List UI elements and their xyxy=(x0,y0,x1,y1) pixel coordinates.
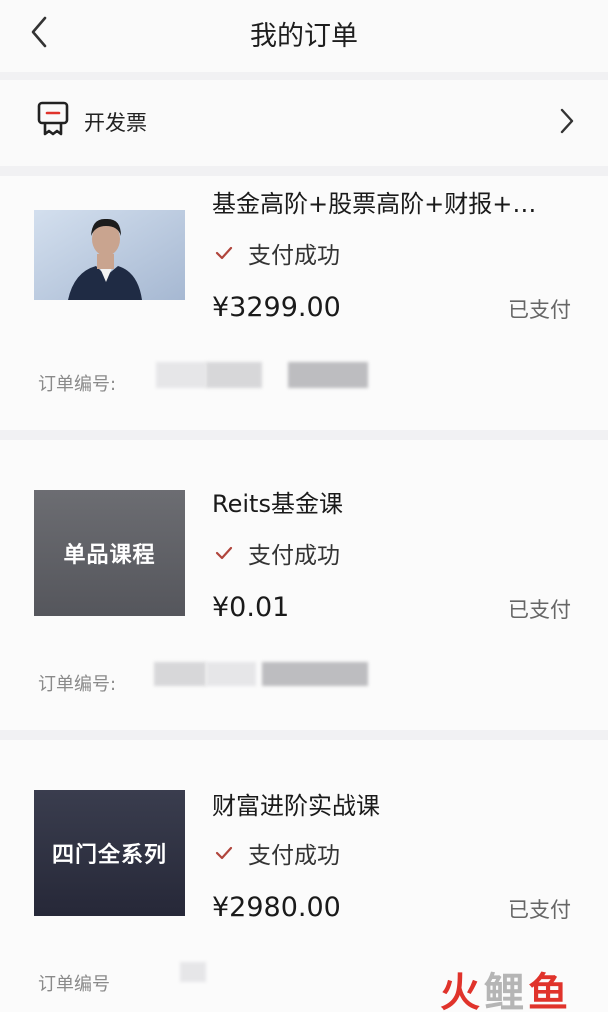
order-number-redacted xyxy=(262,662,368,686)
order-number-redacted xyxy=(180,962,206,982)
course-thumbnail xyxy=(34,210,185,300)
course-title: 财富进阶实战课 xyxy=(212,792,380,820)
payment-status: 支付成功 xyxy=(214,236,340,270)
order-number-redacted xyxy=(154,662,206,686)
watermark-char: 鲤 xyxy=(484,970,528,1012)
order-number-redacted xyxy=(288,362,368,388)
order-card[interactable]: 单品课程 Reits基金课 支付成功 ¥0.01 已支付 订单编号: xyxy=(0,440,608,730)
order-number-redacted xyxy=(206,362,262,388)
payment-status: 支付成功 xyxy=(214,536,340,570)
course-title: Reits基金课 xyxy=(212,490,343,518)
order-number-label: 订单编号: xyxy=(38,674,117,695)
course-thumbnail: 四门全系列 xyxy=(34,790,185,916)
course-thumbnail: 单品课程 xyxy=(34,490,185,616)
page-title: 我的订单 xyxy=(250,21,358,52)
order-price: ¥0.01 xyxy=(212,592,290,623)
status-text: 支付成功 xyxy=(248,543,340,569)
course-title: 基金高阶+股票高阶+财报+… xyxy=(212,190,537,218)
payment-state: 已支付 xyxy=(508,898,571,922)
status-text: 支付成功 xyxy=(248,843,340,869)
top-bar: 我的订单 xyxy=(0,0,608,72)
chevron-right-icon[interactable] xyxy=(556,105,578,137)
thumbnail-caption: 四门全系列 xyxy=(51,843,167,868)
payment-state: 已支付 xyxy=(508,298,571,322)
order-price: ¥3299.00 xyxy=(212,292,341,323)
presenter-photo xyxy=(34,210,185,300)
status-text: 支付成功 xyxy=(248,243,340,269)
payment-status: 支付成功 xyxy=(214,836,340,870)
order-number-redacted xyxy=(156,362,206,388)
thumbnail-caption: 单品课程 xyxy=(63,543,156,568)
order-card[interactable]: 基金高阶+股票高阶+财报+… 支付成功 ¥3299.00 已支付 订单编号: xyxy=(0,176,608,430)
order-number-label: 订单编号 xyxy=(38,974,110,995)
order-number-redacted xyxy=(206,662,256,686)
watermark-char: 鱼 xyxy=(528,970,572,1012)
check-icon xyxy=(215,546,233,560)
watermark-char: 火 xyxy=(440,970,484,1012)
check-icon xyxy=(215,246,233,260)
payment-state: 已支付 xyxy=(508,598,571,622)
order-number-label: 订单编号: xyxy=(38,374,117,395)
invoice-label: 开发票 xyxy=(84,111,147,135)
receipt-icon xyxy=(36,100,70,138)
invoice-row[interactable]: 开发票 xyxy=(0,80,608,166)
check-icon xyxy=(215,846,233,860)
watermark-logo: 火鲤鱼 xyxy=(440,960,572,1012)
order-price: ¥2980.00 xyxy=(212,892,341,923)
